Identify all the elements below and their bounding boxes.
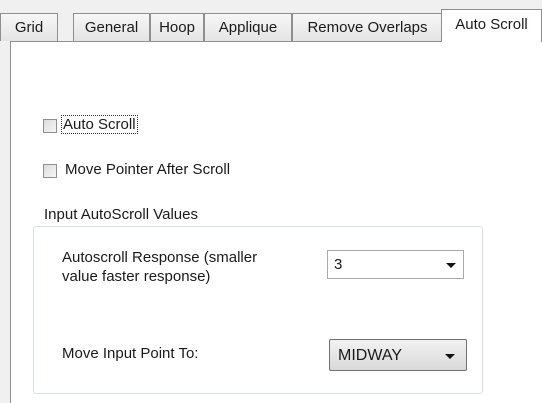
move-input-point-label: Move Input Point To:	[62, 345, 199, 362]
auto-scroll-label-text: Auto Scroll	[61, 115, 138, 134]
move-pointer-label[interactable]: Move Pointer After Scroll	[65, 161, 230, 178]
tab-general[interactable]: General	[73, 13, 150, 41]
chevron-down-icon	[445, 354, 455, 359]
move-input-point-select[interactable]: MIDWAY	[329, 339, 467, 371]
tab-applique[interactable]: Applique	[204, 13, 292, 41]
auto-scroll-checkbox[interactable]	[43, 119, 57, 133]
tab-auto-scroll[interactable]: Auto Scroll	[441, 9, 542, 42]
group-title: Input AutoScroll Values	[40, 206, 202, 223]
tab-remove-overlaps[interactable]: Remove Overlaps	[292, 13, 443, 41]
move-input-point-value: MIDWAY	[338, 347, 402, 364]
tab-hoop[interactable]: Hoop	[150, 13, 204, 41]
tab-grid[interactable]: Grid	[0, 13, 58, 41]
move-pointer-checkbox[interactable]	[43, 164, 57, 178]
auto-scroll-label[interactable]: Auto Scroll	[61, 115, 138, 134]
autoscroll-response-label-line1: Autoscroll Response (smaller	[62, 249, 258, 266]
autoscroll-response-label-line2: value faster response)	[62, 268, 211, 285]
chevron-down-icon	[446, 263, 456, 268]
autoscroll-response-value: 3	[334, 256, 343, 273]
autoscroll-response-select[interactable]: 3	[327, 250, 464, 279]
